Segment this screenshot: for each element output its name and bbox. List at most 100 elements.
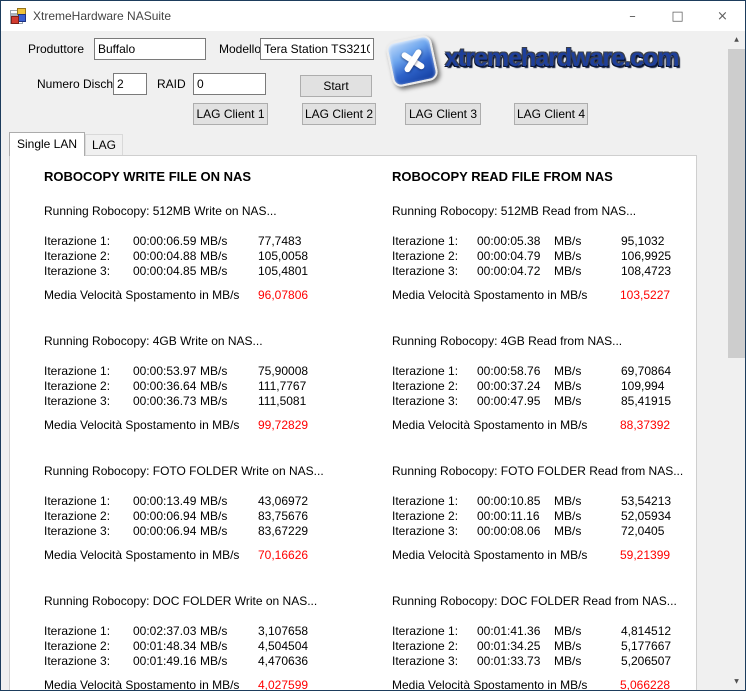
media-value: 99,72829 [258, 418, 356, 433]
iteration-label: Iterazione 2: [392, 509, 477, 524]
test-block-read-doc: Running Robocopy: DOC FOLDER Read from N… [392, 594, 692, 691]
read-results-column: ROBOCOPY READ FILE FROM NAS Running Robo… [392, 169, 692, 691]
iteration-value: 69,70864 [621, 364, 692, 379]
lag-client-4-button[interactable]: LAG Client 4 [514, 103, 588, 125]
iteration-label: Iterazione 2: [392, 249, 477, 264]
iteration-time: 00:01:41.36 [477, 624, 554, 639]
iteration-value: 4,470636 [258, 654, 356, 669]
raid-input[interactable] [193, 73, 266, 95]
media-value: 70,16626 [258, 548, 356, 563]
iteration-unit: MB/s [554, 494, 621, 509]
running-status: Running Robocopy: 4GB Read from NAS... [392, 334, 692, 349]
iteration-value: 4,814512 [621, 624, 692, 639]
media-label: Media Velocità Spostamento in MB/s [392, 548, 620, 563]
iteration-unit: MB/s [554, 524, 621, 539]
window-title: XtremeHardware NASuite [33, 1, 171, 31]
iteration-time: 00:02:37.03 [133, 624, 200, 639]
title-bar[interactable]: XtremeHardware NASuite – □ × [1, 1, 745, 31]
iteration-label: Iterazione 1: [44, 624, 133, 639]
tab-single-lan[interactable]: Single LAN [9, 132, 85, 156]
iteration-unit: MB/s [200, 654, 258, 669]
iteration-table: Iterazione 1:00:00:05.38MB/s95,1032 Iter… [392, 234, 692, 279]
tab-lag[interactable]: LAG [85, 134, 123, 155]
iteration-unit: MB/s [554, 364, 621, 379]
running-status: Running Robocopy: DOC FOLDER Read from N… [392, 594, 692, 609]
app-icon-blue-square [18, 14, 26, 22]
media-row: Media Velocità Spostamento in MB/s5,0662… [392, 678, 692, 691]
iteration-time: 00:00:08.06 [477, 524, 554, 539]
modello-input[interactable] [260, 38, 374, 60]
iteration-unit: MB/s [200, 234, 258, 249]
iteration-value: 85,41915 [621, 394, 692, 409]
iteration-time: 00:00:04.79 [477, 249, 554, 264]
numero-dischi-label: Numero Dischi [37, 77, 116, 92]
running-status: Running Robocopy: FOTO FOLDER Read from … [392, 464, 692, 479]
media-value: 5,066228 [620, 678, 692, 691]
iteration-label: Iterazione 2: [392, 639, 477, 654]
test-block-write-doc: Running Robocopy: DOC FOLDER Write on NA… [44, 594, 356, 691]
iteration-unit: MB/s [200, 639, 258, 654]
iteration-unit: MB/s [554, 394, 621, 409]
iteration-time: 00:00:04.88 [133, 249, 200, 264]
scroll-down-icon[interactable]: ▼ [728, 673, 745, 690]
iteration-time: 00:00:13.49 [133, 494, 200, 509]
iteration-value: 72,0405 [621, 524, 692, 539]
media-row: Media Velocità Spostamento in MB/s88,373… [392, 418, 692, 433]
test-block-write-foto: Running Robocopy: FOTO FOLDER Write on N… [44, 464, 356, 563]
maximize-icon[interactable]: □ [655, 1, 700, 31]
media-row: Media Velocità Spostamento in MB/s70,166… [44, 548, 356, 563]
iteration-unit: MB/s [554, 654, 621, 669]
xtremehardware-logo: xtremehardware.com [385, 31, 705, 93]
iteration-value: 105,4801 [258, 264, 356, 279]
iteration-value: 43,06972 [258, 494, 356, 509]
numero-dischi-input[interactable] [113, 73, 147, 95]
window-controls: – □ × [610, 1, 745, 31]
iteration-value: 105,0058 [258, 249, 356, 264]
scroll-up-icon[interactable]: ▲ [728, 31, 745, 48]
modello-label: Modello [219, 42, 261, 57]
media-value: 103,5227 [620, 288, 692, 303]
lag-client-2-button[interactable]: LAG Client 2 [302, 103, 376, 125]
iteration-unit: MB/s [200, 249, 258, 264]
iteration-value: 111,5081 [258, 394, 356, 409]
lag-client-3-button[interactable]: LAG Client 3 [405, 103, 481, 125]
media-label: Media Velocità Spostamento in MB/s [392, 288, 620, 303]
logo-text: xtremehardware.com [445, 44, 679, 73]
media-label: Media Velocità Spostamento in MB/s [392, 418, 620, 433]
scrollbar-thumb[interactable] [728, 49, 745, 358]
vertical-scrollbar[interactable]: ▲ ▼ [728, 31, 745, 690]
iteration-time: 00:00:36.64 [133, 379, 200, 394]
close-icon[interactable]: × [700, 1, 745, 31]
iteration-time: 00:00:06.94 [133, 509, 200, 524]
test-block-read-foto: Running Robocopy: FOTO FOLDER Read from … [392, 464, 692, 563]
iteration-label: Iterazione 1: [392, 624, 477, 639]
iteration-value: 75,90008 [258, 364, 356, 379]
iteration-time: 00:01:33.73 [477, 654, 554, 669]
iteration-unit: MB/s [554, 639, 621, 654]
iteration-time: 00:00:05.38 [477, 234, 554, 249]
iteration-time: 00:00:58.76 [477, 364, 554, 379]
iteration-value: 77,7483 [258, 234, 356, 249]
iteration-unit: MB/s [554, 379, 621, 394]
minimize-icon[interactable]: – [610, 1, 655, 31]
iteration-unit: MB/s [200, 264, 258, 279]
iteration-time: 00:00:06.59 [133, 234, 200, 249]
iteration-time: 00:00:04.72 [477, 264, 554, 279]
iteration-label: Iterazione 1: [392, 234, 477, 249]
iteration-table: Iterazione 1:00:02:37.03MB/s3,107658 Ite… [44, 624, 356, 669]
iteration-table: Iterazione 1:00:00:10.85MB/s53,54213 Ite… [392, 494, 692, 539]
raid-label: RAID [157, 77, 186, 92]
start-button[interactable]: Start [300, 75, 372, 97]
test-block-write-512mb: Running Robocopy: 512MB Write on NAS... … [44, 204, 356, 303]
iteration-time: 00:01:48.34 [133, 639, 200, 654]
iteration-value: 52,05934 [621, 509, 692, 524]
iteration-table: Iterazione 1:00:01:41.36MB/s4,814512 Ite… [392, 624, 692, 669]
iteration-time: 00:01:49.16 [133, 654, 200, 669]
lag-client-1-button[interactable]: LAG Client 1 [193, 103, 268, 125]
produttore-input[interactable] [94, 38, 206, 60]
running-status: Running Robocopy: 4GB Write on NAS... [44, 334, 356, 349]
iteration-label: Iterazione 3: [44, 264, 133, 279]
iteration-time: 00:00:47.95 [477, 394, 554, 409]
running-status: Running Robocopy: 512MB Read from NAS... [392, 204, 692, 219]
iteration-unit: MB/s [554, 624, 621, 639]
